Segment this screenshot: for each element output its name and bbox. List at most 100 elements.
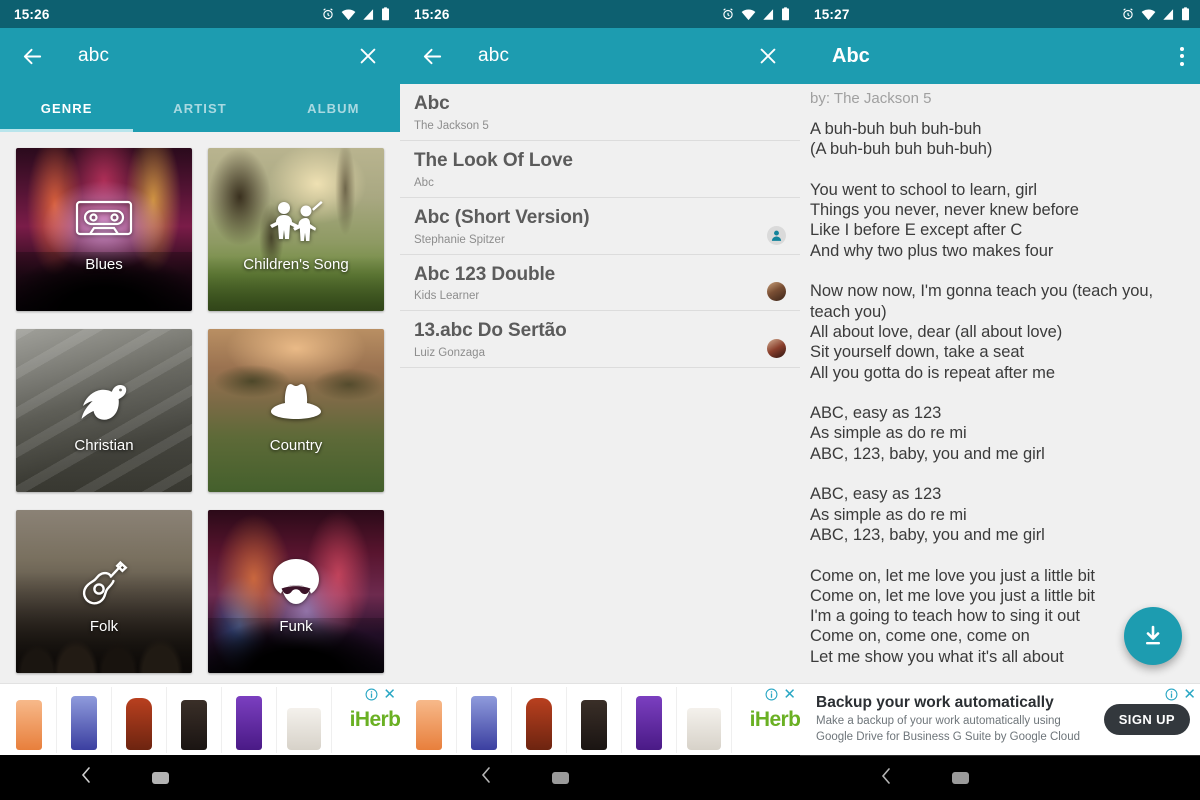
ad-product-strip — [0, 684, 332, 755]
list-item-title: 13.abc Do Sertão — [414, 320, 567, 342]
panel-search-results: 15:26 abc Abc The Jackson 5 The Look Of … — [400, 0, 800, 800]
battery-icon — [782, 7, 789, 21]
list-item[interactable]: Abc (Short Version) Stephanie Spitzer — [400, 198, 800, 255]
tab-genre[interactable]: GENRE — [0, 84, 133, 132]
ad-product-thumb[interactable] — [622, 686, 677, 753]
android-nav-bar — [0, 755, 400, 800]
nav-home-pill-icon[interactable] — [552, 771, 569, 784]
list-item-title: The Look Of Love — [414, 149, 573, 171]
genre-tile-country[interactable]: Country — [208, 329, 384, 492]
list-item-subtitle: Kids Learner — [414, 290, 480, 303]
nav-back-icon[interactable] — [880, 767, 892, 790]
genre-label: Folk — [89, 618, 119, 635]
genre-grid-scroll[interactable]: Blues Children's Song Christian Country … — [0, 132, 400, 683]
tab-album[interactable]: ALBUM — [267, 84, 400, 132]
ad-product-thumb[interactable] — [57, 686, 112, 753]
status-time: 15:26 — [14, 6, 50, 22]
genre-tile-childrens-song[interactable]: Children's Song — [208, 148, 384, 311]
by-label: by: — [810, 90, 831, 107]
alarm-icon — [723, 8, 733, 20]
ad-headline: Backup your work automatically — [816, 693, 1054, 711]
status-icon-group — [721, 7, 790, 21]
genre-label: Children's Song — [243, 256, 349, 273]
avatar — [767, 282, 786, 302]
ad-product-strip — [400, 684, 732, 755]
list-item-text: Abc 123 Double Kids Learner — [414, 264, 767, 303]
ad-product-thumb[interactable] — [222, 686, 277, 753]
search-input[interactable]: abc — [78, 45, 352, 67]
ad-product-thumb[interactable] — [2, 686, 57, 753]
ad-close-icon[interactable]: ✕ — [383, 687, 396, 702]
nav-back-icon[interactable] — [80, 766, 92, 789]
genre-label: Country — [269, 437, 323, 454]
tab-artist[interactable]: ARTIST — [133, 84, 266, 132]
sign-up-button[interactable]: SIGN UP — [1103, 704, 1190, 735]
list-item-title: Abc — [414, 93, 450, 114]
panel-genre-search: 15:26 abc GENRE ARTIST ALBUM Blues Child… — [0, 0, 400, 800]
back-arrow-icon[interactable] — [416, 40, 448, 72]
genre-tile-funk[interactable]: Funk — [208, 510, 384, 673]
ad-product-thumb[interactable] — [167, 686, 222, 753]
genre-label: Blues — [85, 256, 123, 273]
signal-icon — [1163, 8, 1174, 20]
list-item[interactable]: 13.abc Do Sertão Luiz Gonzaga — [400, 311, 800, 369]
list-item[interactable]: Abc 123 Double Kids Learner — [400, 255, 800, 312]
ad-product-thumb[interactable] — [457, 686, 512, 753]
ad-product-thumb[interactable] — [677, 686, 732, 753]
battery-icon — [382, 7, 389, 21]
afro-sunglasses-icon — [270, 558, 322, 608]
tab-active-indicator — [0, 129, 134, 132]
search-results-list[interactable]: Abc The Jackson 5 The Look Of Love Abc A… — [400, 84, 800, 683]
genre-tile-christian[interactable]: Christian — [16, 329, 192, 492]
nav-back-icon[interactable] — [480, 766, 492, 789]
battery-icon — [1182, 7, 1189, 21]
nav-home-pill-icon[interactable] — [952, 772, 969, 784]
ad-product-thumb[interactable] — [112, 686, 167, 753]
ad-info-icon[interactable] — [765, 688, 778, 701]
overflow-menu-icon[interactable] — [1180, 46, 1184, 66]
lyrics-scroll[interactable]: by: The Jackson 5 A buh-buh buh buh-buh … — [800, 84, 1200, 683]
list-item-text: 13.abc Do Sertão Luiz Gonzaga — [414, 320, 767, 359]
wifi-icon — [741, 8, 756, 20]
download-button[interactable] — [1124, 607, 1182, 665]
ad-info-icon[interactable] — [1165, 688, 1178, 701]
ad-close-icon[interactable]: ✕ — [783, 687, 796, 702]
ad-badge: ✕ — [1165, 687, 1196, 702]
iherb-ad-banner[interactable]: ✕ iHerb — [0, 683, 400, 755]
status-bar: 15:26 — [400, 0, 800, 28]
ad-info-icon[interactable] — [365, 688, 378, 701]
ad-product-thumb[interactable] — [567, 686, 622, 753]
search-app-bar: abc — [400, 28, 800, 84]
ad-content: Backup your work automatically Make a ba… — [800, 684, 1200, 755]
android-nav-bar — [800, 755, 1200, 800]
signal-icon — [363, 8, 374, 20]
back-arrow-icon[interactable] — [16, 40, 48, 72]
lyrics-app-bar: Abc — [800, 28, 1200, 84]
alarm-icon — [1123, 8, 1133, 20]
signal-icon — [763, 8, 774, 20]
lyrics-text: A buh-buh buh buh-buh (A buh-buh buh buh… — [810, 120, 1154, 666]
close-icon[interactable] — [352, 40, 384, 72]
search-input[interactable]: abc — [478, 45, 752, 67]
iherb-ad-banner[interactable]: ✕ iHerb — [400, 683, 800, 755]
ad-product-thumb[interactable] — [402, 686, 457, 753]
person-icon — [767, 225, 786, 245]
list-item[interactable]: Abc The Jackson 5 — [400, 84, 800, 141]
ad-product-thumb[interactable] — [277, 686, 332, 753]
status-time: 15:27 — [814, 6, 850, 22]
status-icon-group — [1121, 7, 1190, 21]
list-item[interactable]: The Look Of Love Abc — [400, 141, 800, 198]
panel-lyrics: 15:27 Abc by: The Jackson 5 A buh-buh bu… — [800, 0, 1200, 800]
acoustic-guitar-icon — [77, 558, 131, 608]
cowboy-hat-icon — [267, 381, 325, 423]
genre-tile-blues[interactable]: Blues — [16, 148, 192, 311]
ad-product-thumb[interactable] — [512, 686, 567, 753]
lyrics-artist: The Jackson 5 — [833, 90, 932, 107]
genre-tile-folk[interactable]: Folk — [16, 510, 192, 673]
ad-close-icon[interactable]: ✕ — [1183, 687, 1196, 702]
google-drive-ad-banner[interactable]: ✕ Backup your work automatically Make a … — [800, 683, 1200, 755]
cassette-tape-icon — [75, 200, 133, 242]
nav-home-pill-icon[interactable] — [152, 771, 169, 784]
list-item-title: Abc (Short Version) — [414, 206, 590, 228]
close-icon[interactable] — [752, 40, 784, 72]
